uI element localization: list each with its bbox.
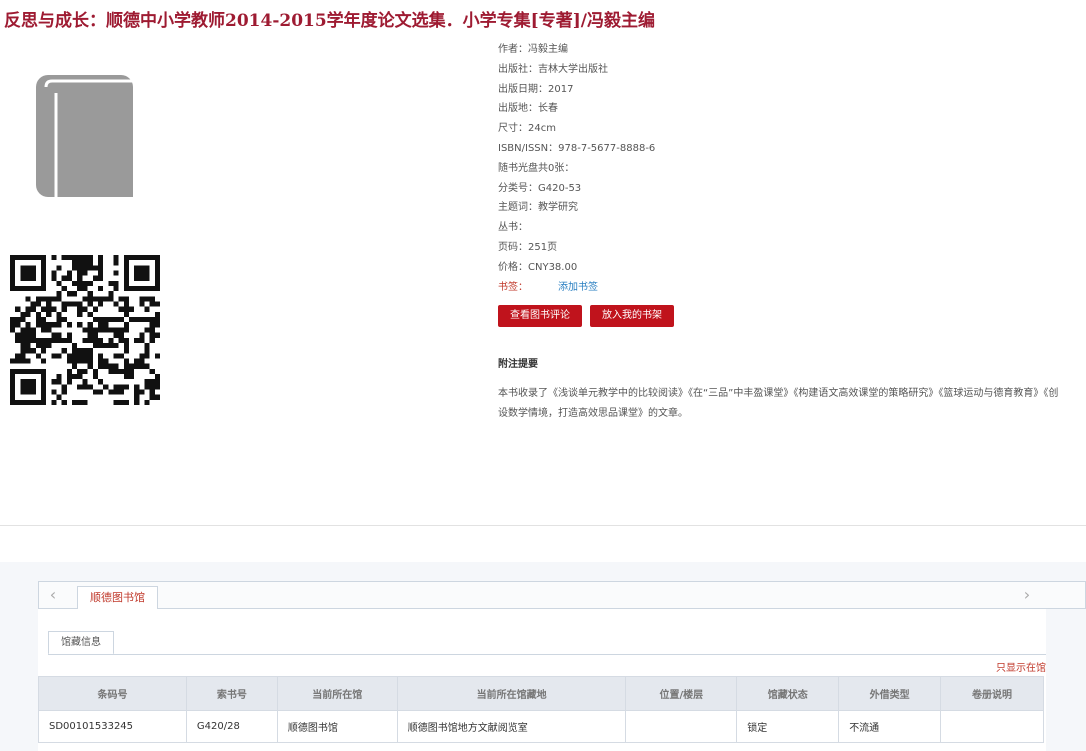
meta-key: 出版社： <box>498 63 538 75</box>
table-cell <box>940 710 1044 743</box>
meta-row: ISBN/ISSN：978-7-5677-8888-6 <box>498 142 655 162</box>
meta-row: 页码：251页 <box>498 241 655 261</box>
library-tabbar: ‹ 顺德图书馆 › <box>38 581 1086 610</box>
meta-value: G420-53 <box>538 182 582 194</box>
meta-value: CNY38.00 <box>528 261 578 273</box>
chevron-right-icon[interactable]: › <box>1017 582 1037 608</box>
meta-value: 24cm <box>528 123 556 135</box>
meta-row: 分类号：G420-53 <box>498 182 655 202</box>
meta-value: 教学研究 <box>538 202 578 214</box>
add-bookmark-link[interactable]: 添加书签 <box>558 282 598 293</box>
meta-row: 出版日期：2017 <box>498 83 655 103</box>
table-cell: 顺德图书馆地方文献阅览室 <box>396 710 627 743</box>
meta-key: 出版日期： <box>498 83 548 95</box>
tab-shunde-library[interactable]: 顺德图书馆 <box>77 586 158 610</box>
meta-key: 尺寸： <box>498 123 528 135</box>
meta-key: 价格： <box>498 261 528 273</box>
meta-key: 丛书： <box>498 222 528 234</box>
table-header: 卷册说明 <box>940 676 1044 711</box>
notes-heading: 附注提要 <box>498 359 538 370</box>
table-row: SD00101533245 G420/28 顺德图书馆 顺德图书馆地方文献阅览室 锁定不… <box>38 710 1044 743</box>
meta-value: 冯毅主编 <box>528 44 568 55</box>
notes-body: 本书收录了《浅谈单元教学中的比较阅读》《在“三品”中丰盈课堂》《构建语文高效课堂… <box>498 388 1059 419</box>
tab-holdings-info[interactable]: 馆藏信息 <box>48 631 114 655</box>
meta-row: 作者：冯毅主编 <box>498 43 655 63</box>
bookmark-label: 书签： <box>498 281 528 293</box>
meta-row: 尺寸：24cm <box>498 122 655 142</box>
meta-row: 丛书： <box>498 221 655 241</box>
table-header: 馆藏状态 <box>736 676 840 711</box>
meta-value: 2017 <box>548 83 574 95</box>
meta-key: 出版地： <box>498 103 538 115</box>
meta-value: 吉林大学出版社 <box>538 63 608 75</box>
qr-code-icon <box>10 255 160 405</box>
meta-key: ISBN/ISSN： <box>498 142 559 154</box>
table-cell: 顺德图书馆 <box>276 710 398 743</box>
meta-key: 随书光盘共0张： <box>498 162 575 174</box>
table-cell: 不流通 <box>838 710 942 743</box>
only-available-link[interactable]: 只显示在馆 <box>996 659 1046 674</box>
table-header: 条码号 <box>38 676 187 711</box>
meta-row: 价格：CNY38.00 <box>498 261 655 281</box>
view-reviews-button[interactable]: 查看图书评论 <box>498 305 582 327</box>
meta-value: 978-7-5677-8888-6 <box>558 142 656 154</box>
meta-row: 随书光盘共0张： <box>498 162 655 182</box>
add-to-shelf-button[interactable]: 放入我的书架 <box>590 305 674 327</box>
meta-value: 251页 <box>528 241 558 253</box>
meta-row: 出版社：吉林大学出版社 <box>498 63 655 83</box>
divider <box>0 525 1086 526</box>
meta-value: 长春 <box>538 103 558 115</box>
bookmark-row: 书签： 添加书签 <box>498 281 655 301</box>
table-header: 当前所在馆 <box>276 676 398 711</box>
chevron-left-icon[interactable]: ‹ <box>39 582 67 608</box>
table-header: 位置/楼层 <box>625 676 738 711</box>
meta-key: 主题词： <box>498 202 538 214</box>
meta-row: 出版地：长春 <box>498 102 655 122</box>
holdings-panel: 馆藏信息 只显示在馆 条码号 索书号 当前所在馆 当前所在馆藏地 位置/楼层 馆藏状态 外借… <box>38 609 1046 751</box>
table-cell: SD00101533245 <box>38 710 187 743</box>
table-cell: G420/28 <box>185 710 278 743</box>
table-header: 索书号 <box>185 676 278 711</box>
meta-key: 分类号： <box>498 182 538 194</box>
table-header: 外借类型 <box>838 676 942 711</box>
table-cell <box>625 710 738 743</box>
book-metadata: 作者：冯毅主编 出版社：吉林大学出版社 出版日期：2017 出版地：长春 尺寸：24cm… <box>498 43 655 300</box>
page-title: 反思与成长：顺德中小学教师2014-2015学年度论文选集．小学专集[专著]/冯… <box>4 11 655 31</box>
holdings-table: 条码号 索书号 当前所在馆 当前所在馆藏地 位置/楼层 馆藏状态 外借类型 卷册说明 SD00… <box>38 676 1044 743</box>
meta-row: 主题词：教学研究 <box>498 201 655 221</box>
meta-key: 页码： <box>498 241 528 253</box>
table-header: 当前所在馆藏地 <box>396 676 627 711</box>
subtab-divider <box>48 654 1046 655</box>
meta-key: 作者： <box>498 44 528 55</box>
book-icon <box>36 75 133 197</box>
table-cell: 锁定 <box>736 710 840 743</box>
